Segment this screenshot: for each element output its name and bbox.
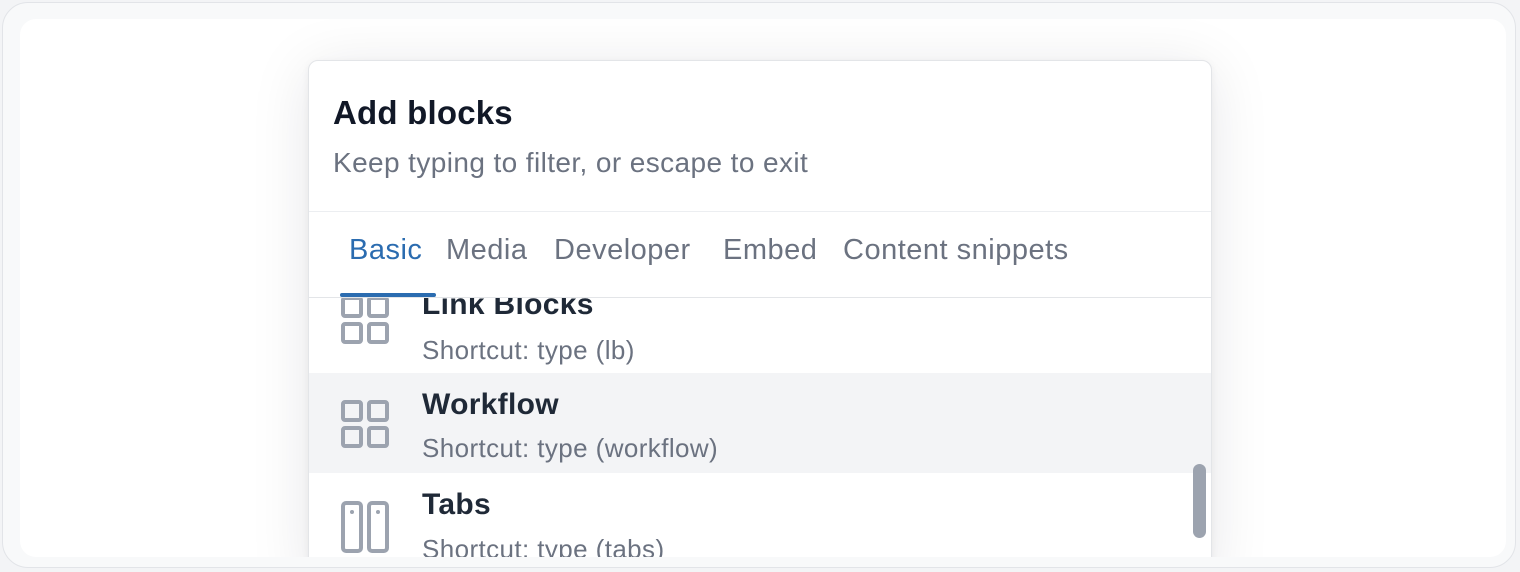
tab-developer[interactable]: Developer xyxy=(554,234,691,267)
app-frame: Add blocks Keep typing to filter, or esc… xyxy=(2,2,1516,568)
editor-canvas: Add blocks Keep typing to filter, or esc… xyxy=(20,19,1506,557)
tab-media[interactable]: Media xyxy=(446,234,528,267)
add-blocks-dialog: Add blocks Keep typing to filter, or esc… xyxy=(308,60,1212,557)
grid-icon xyxy=(341,298,389,344)
grid-icon xyxy=(341,400,389,448)
block-title: Tabs xyxy=(422,488,491,521)
category-tabs: Basic Media Developer Embed Content snip… xyxy=(309,212,1211,298)
dialog-subtitle: Keep typing to filter, or escape to exit xyxy=(333,147,809,178)
tab-basic[interactable]: Basic xyxy=(349,234,422,267)
tab-embed[interactable]: Embed xyxy=(723,234,817,267)
block-title: Link Blocks xyxy=(422,298,594,321)
list-scrollbar[interactable] xyxy=(1193,464,1206,538)
block-item-tabs[interactable]: Tabs Shortcut: type (tabs) xyxy=(309,474,1211,557)
active-tab-indicator xyxy=(340,293,436,297)
dialog-header: Add blocks Keep typing to filter, or esc… xyxy=(309,61,1211,212)
block-title: Workflow xyxy=(422,388,559,421)
tabs-columns-icon xyxy=(341,501,389,553)
block-shortcut: Shortcut: type (workflow) xyxy=(422,433,719,463)
block-shortcut: Shortcut: type (tabs) xyxy=(422,534,665,557)
tab-content-snippets[interactable]: Content snippets xyxy=(843,234,1069,267)
block-list: Link Blocks Shortcut: type (lb) Workflow… xyxy=(309,298,1211,557)
block-item-workflow[interactable]: Workflow Shortcut: type (workflow) xyxy=(309,373,1211,473)
block-shortcut: Shortcut: type (lb) xyxy=(422,335,635,365)
block-item-link-blocks[interactable]: Link Blocks Shortcut: type (lb) xyxy=(309,298,1211,371)
dialog-title: Add blocks xyxy=(333,94,513,131)
